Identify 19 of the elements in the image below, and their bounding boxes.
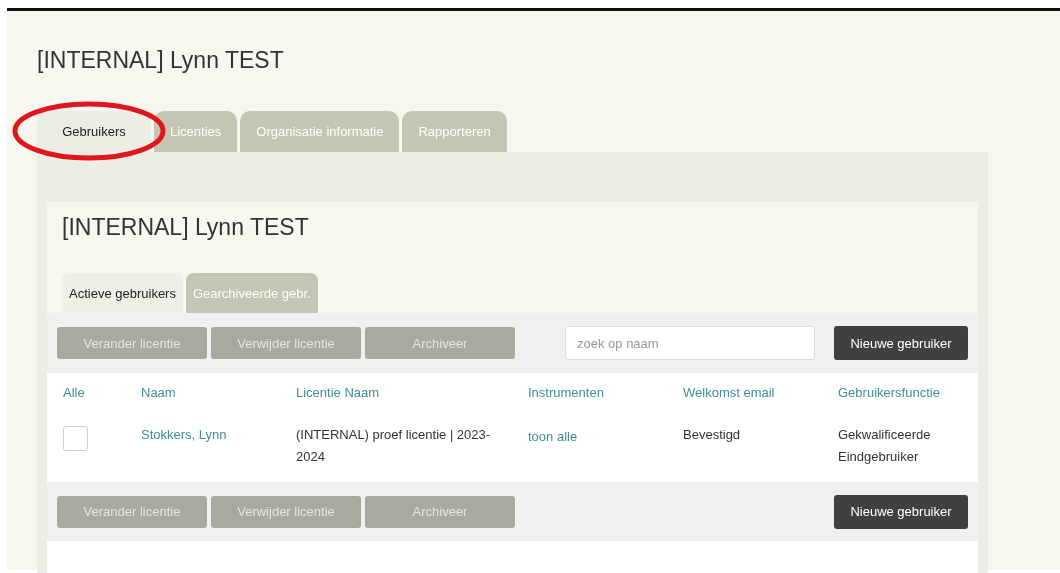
column-header[interactable]: Gebruikersfunctie — [838, 373, 940, 421]
column-header[interactable]: Alle — [63, 373, 85, 421]
column-header[interactable]: Instrumenten — [528, 373, 604, 421]
column-header[interactable]: Licentie Naam — [296, 373, 380, 421]
table-cell-text: (INTERNAL) proef licentie | 2023-2024 — [296, 426, 492, 466]
user-name-link[interactable]: Stokkers, Lynn — [141, 421, 247, 482]
column-header[interactable]: Naam — [141, 373, 176, 421]
table-cell-text: Bevestigd — [683, 426, 742, 444]
new-user-button[interactable]: Nieuwe gebruiker — [834, 326, 968, 360]
row-checkbox[interactable] — [63, 426, 88, 451]
tab[interactable]: Gebruikers — [37, 111, 151, 152]
search-field[interactable]: zoek op naam — [565, 326, 815, 360]
subtab[interactable]: Actieve gebruikers — [62, 273, 183, 313]
section-title: [INTERNAL] Lynn TEST — [62, 214, 310, 242]
table-cell-text: Gekwalificeerde Eindgebruiker — [838, 426, 932, 466]
new-user-button[interactable]: Nieuwe gebruiker — [834, 494, 968, 529]
page-title: [INTERNAL] Lynn TEST — [37, 46, 285, 75]
show-all-link[interactable]: toon alle — [528, 421, 598, 482]
column-header[interactable]: Welkomst email — [683, 373, 775, 421]
